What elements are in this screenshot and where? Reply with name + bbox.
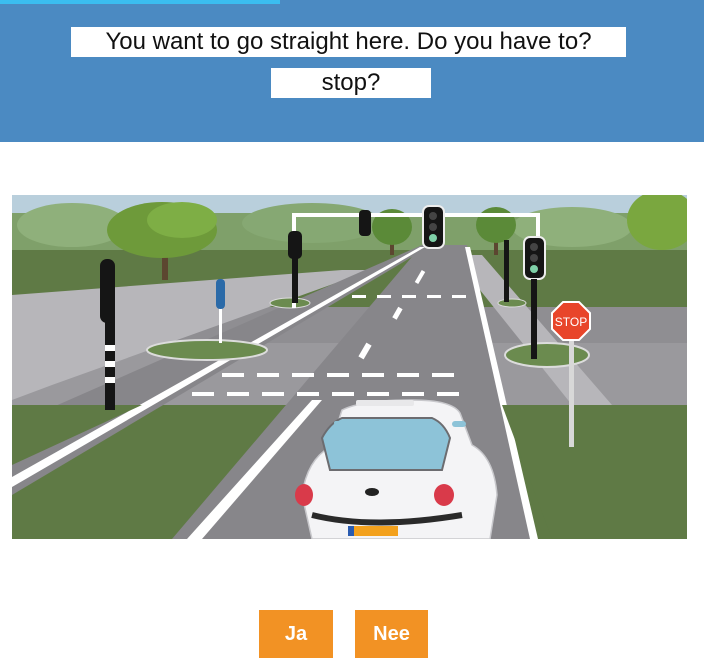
traffic-scene-image: STOP	[12, 195, 687, 539]
stop-sign-text: STOP	[555, 315, 587, 329]
question-text-line1: You want to go straight here. Do you hav…	[71, 27, 626, 57]
question-text-line2: stop?	[271, 68, 431, 98]
answer-nee-button[interactable]: Nee	[355, 610, 428, 658]
question-header: You want to go straight here. Do you hav…	[0, 0, 704, 142]
answer-ja-button[interactable]: Ja	[259, 610, 333, 658]
header-accent-bar	[0, 0, 280, 4]
